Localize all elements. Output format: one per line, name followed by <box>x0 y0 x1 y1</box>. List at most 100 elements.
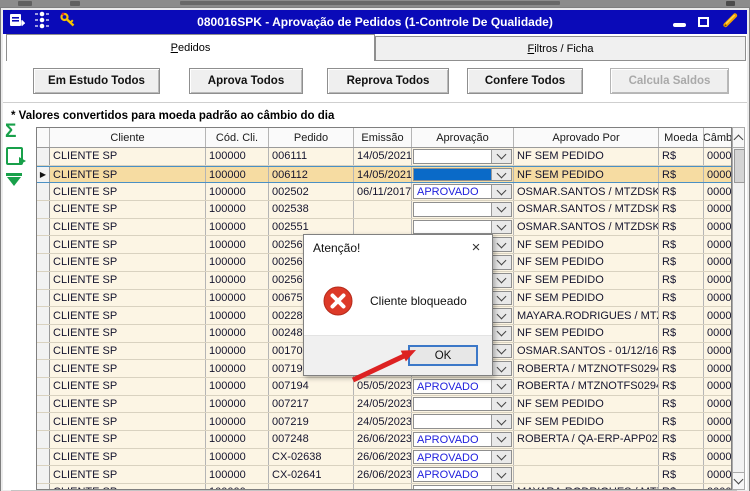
cell-moeda[interactable]: R$ <box>659 219 704 236</box>
cell-pedido[interactable]: CX-02641 <box>269 466 354 483</box>
cell-cod-cli[interactable]: 100000 <box>206 254 269 271</box>
cell-emissao[interactable] <box>354 219 412 236</box>
cell-cliente[interactable]: CLIENTE SP <box>50 431 206 448</box>
chevron-down-icon[interactable] <box>491 150 511 163</box>
sigma-sum-icon[interactable]: Σ <box>5 122 33 142</box>
cell-camb[interactable]: 0000 <box>704 307 731 324</box>
chevron-down-icon[interactable] <box>491 309 511 322</box>
cell-aprovado-por[interactable]: NF SEM PEDIDO <box>514 396 659 413</box>
cell-aprovado-por[interactable]: NF SEM PEDIDO <box>514 236 659 253</box>
cell-emissao[interactable]: 26/06/2023 <box>354 449 412 466</box>
aprovacao-value[interactable] <box>414 169 491 181</box>
cell-aprovado-por[interactable]: MAYARA.RODRIGUES / MTZD <box>514 307 659 324</box>
cell-pedido[interactable]: 007248 <box>269 431 354 448</box>
aprovacao-combobox[interactable] <box>413 149 512 164</box>
close-icon[interactable]: × <box>464 237 488 257</box>
cell-moeda[interactable]: R$ <box>659 431 704 448</box>
cell-aprovacao[interactable] <box>412 201 514 218</box>
cell-camb[interactable]: 0000 <box>704 183 731 200</box>
aprovacao-combobox[interactable] <box>413 202 512 217</box>
cell-cliente[interactable]: CLIENTE SP <box>50 167 206 183</box>
cell-cliente[interactable]: CLIENTE SP <box>50 290 206 307</box>
cell-moeda[interactable]: R$ <box>659 378 704 395</box>
cell-camb[interactable]: 0000 <box>704 290 731 307</box>
cell-cod-cli[interactable]: 100000 <box>206 307 269 324</box>
cell-cod-cli[interactable]: 100000 <box>206 272 269 289</box>
cell-cod-cli[interactable]: 100000 <box>206 378 269 395</box>
aprovacao-value[interactable]: APROVADO <box>414 468 491 481</box>
aprovacao-combobox[interactable]: APROVADO <box>413 184 512 199</box>
header-moeda[interactable]: Moeda <box>659 128 704 147</box>
chevron-down-icon[interactable] <box>491 327 511 340</box>
cell-camb[interactable]: 0000 <box>704 466 731 483</box>
aprovacao-combobox[interactable] <box>413 220 512 235</box>
cell-aprovado-por[interactable]: OSMAR.SANTOS - 01/12/16 <box>514 343 659 360</box>
header-camb[interactable]: Câmb <box>704 128 731 147</box>
cell-emissao[interactable] <box>354 201 412 218</box>
row-selector[interactable] <box>37 219 50 236</box>
cell-camb[interactable]: 0000 <box>704 325 731 342</box>
header-cliente[interactable]: Cliente <box>50 128 206 147</box>
header-aprovado-por[interactable]: Aprovado Por <box>514 128 659 147</box>
aprovacao-value[interactable] <box>414 221 491 234</box>
cell-moeda[interactable]: R$ <box>659 254 704 271</box>
chevron-down-icon[interactable] <box>491 256 511 269</box>
table-row[interactable]: ▶CLIENTE SP10000000611214/05/2021NF SEM … <box>37 166 731 184</box>
cell-pedido[interactable]: 002551 <box>269 219 354 236</box>
table-row[interactable]: CLIENTE SP10000000721924/05/2023NF SEM P… <box>37 413 731 431</box>
row-selector[interactable] <box>37 466 50 483</box>
row-selector[interactable] <box>37 360 50 377</box>
cell-moeda[interactable]: R$ <box>659 325 704 342</box>
cell-cliente[interactable]: CLIENTE SP <box>50 466 206 483</box>
cell-moeda[interactable]: R$ <box>659 201 704 218</box>
header-pedido[interactable]: Pedido <box>269 128 354 147</box>
cell-aprovado-por[interactable]: NF SEM PEDIDO <box>514 413 659 430</box>
aprovacao-combobox[interactable]: APROVADO <box>413 467 512 482</box>
pencil-icon[interactable] <box>721 11 739 34</box>
cell-aprovado-por[interactable]: NF SEM PEDIDO <box>514 272 659 289</box>
cell-cliente[interactable]: CLIENTE SP <box>50 360 206 377</box>
header-emissao[interactable]: Emissão <box>354 128 412 147</box>
cell-pedido[interactable]: CX-02638 <box>269 449 354 466</box>
cell-aprovado-por[interactable]: ROBERTA / MTZNOTFS02943 <box>514 378 659 395</box>
cell-moeda[interactable]: R$ <box>659 167 704 183</box>
table-row[interactable]: CLIENTE SP10000000611114/05/2021NF SEM P… <box>37 148 731 166</box>
cell-cliente[interactable]: CLIENTE SP <box>50 343 206 360</box>
cell-camb[interactable]: 0000 <box>704 254 731 271</box>
cell-camb[interactable]: 0000 <box>704 343 731 360</box>
cell-aprovacao[interactable] <box>412 219 514 236</box>
chevron-down-icon[interactable] <box>491 398 511 411</box>
cell-aprovado-por[interactable]: NF SEM PEDIDO <box>514 148 659 165</box>
chevron-down-icon[interactable] <box>491 345 511 358</box>
aprovacao-value[interactable]: APROVADO <box>414 433 491 446</box>
cell-cod-cli[interactable]: 100000 <box>206 236 269 253</box>
cell-aprovacao[interactable] <box>412 413 514 430</box>
row-selector[interactable] <box>37 307 50 324</box>
cell-moeda[interactable]: R$ <box>659 148 704 165</box>
cell-camb[interactable]: 0000 <box>704 431 731 448</box>
cell-moeda[interactable]: R$ <box>659 236 704 253</box>
cell-aprovado-por[interactable]: ROBERTA / QA-ERP-APP02 # <box>514 431 659 448</box>
cell-aprovado-por[interactable]: NF SEM PEDIDO <box>514 167 659 183</box>
cell-pedido[interactable]: 002502 <box>269 183 354 200</box>
cell-cod-cli[interactable]: 100000 <box>206 183 269 200</box>
chevron-down-icon[interactable] <box>491 185 511 198</box>
chevron-down-icon[interactable] <box>491 203 511 216</box>
cell-moeda[interactable]: R$ <box>659 343 704 360</box>
confere-todos-button[interactable]: Confere Todos <box>467 68 583 94</box>
cell-camb[interactable]: 0000 <box>704 360 731 377</box>
table-row[interactable]: CLIENTE SP10000000724826/06/2023APROVADO… <box>37 431 731 449</box>
cell-cod-cli[interactable]: 100000 <box>206 325 269 342</box>
row-selector[interactable] <box>37 254 50 271</box>
row-selector[interactable] <box>37 378 50 395</box>
row-selector[interactable] <box>37 431 50 448</box>
cell-cliente[interactable]: CLIENTE SP <box>50 378 206 395</box>
cell-cliente[interactable]: CLIENTE SP <box>50 183 206 200</box>
cell-cliente[interactable]: CLIENTE SP <box>50 272 206 289</box>
cell-cod-cli[interactable]: 100000 <box>206 167 269 183</box>
chevron-down-icon[interactable] <box>491 380 511 393</box>
row-selector[interactable] <box>37 413 50 430</box>
cell-aprovacao[interactable]: APROVADO <box>412 431 514 448</box>
cell-cod-cli[interactable]: 100000 <box>206 431 269 448</box>
row-selector[interactable] <box>37 449 50 466</box>
